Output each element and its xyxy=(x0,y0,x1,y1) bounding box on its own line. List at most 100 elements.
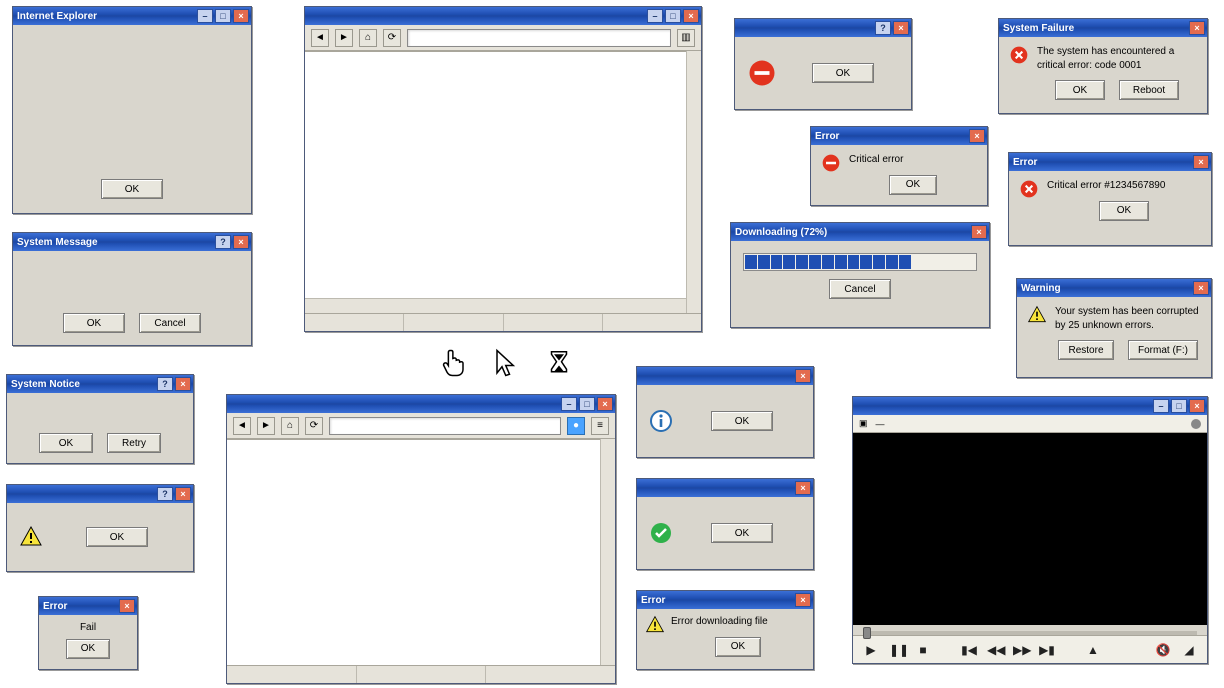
ok-button[interactable]: OK xyxy=(63,313,125,333)
forward-button[interactable]: ▶▶ xyxy=(1013,643,1029,657)
close-button[interactable]: × xyxy=(969,129,985,143)
close-button[interactable]: × xyxy=(971,225,987,239)
ok-button[interactable]: OK xyxy=(715,637,761,657)
help-button[interactable]: ? xyxy=(215,235,231,249)
seek-bar[interactable] xyxy=(863,631,1197,635)
titlebar[interactable]: System Message ? × xyxy=(13,233,251,251)
back-button[interactable]: ◄ xyxy=(233,417,251,435)
close-button[interactable]: × xyxy=(1189,399,1205,413)
forward-button[interactable]: ► xyxy=(257,417,275,435)
seek-knob[interactable] xyxy=(863,627,871,639)
stop-dialog: ? × OK xyxy=(734,18,912,110)
titlebar[interactable]: Error × xyxy=(1009,153,1211,171)
vertical-scrollbar[interactable] xyxy=(686,51,701,313)
close-button[interactable]: × xyxy=(795,369,811,383)
titlebar[interactable]: – □ × xyxy=(305,7,701,25)
window-title: Internet Explorer xyxy=(17,11,97,22)
home-button[interactable]: ⌂ xyxy=(281,417,299,435)
close-button[interactable]: × xyxy=(1193,155,1209,169)
address-bar[interactable] xyxy=(407,29,671,47)
close-button[interactable]: × xyxy=(597,397,613,411)
ok-button[interactable]: OK xyxy=(1099,201,1149,221)
refresh-button[interactable]: ⟳ xyxy=(305,417,323,435)
close-button[interactable]: × xyxy=(795,481,811,495)
cancel-button[interactable]: Cancel xyxy=(139,313,201,333)
forward-button[interactable]: ► xyxy=(335,29,353,47)
pause-button[interactable]: ❚❚ xyxy=(889,643,905,657)
titlebar[interactable]: ? × xyxy=(7,485,193,503)
media-menu-item[interactable]: — xyxy=(876,419,885,429)
stop-button[interactable]: ■ xyxy=(915,643,931,657)
play-button[interactable]: ▶ xyxy=(863,643,879,657)
eject-button[interactable]: ▲ xyxy=(1085,643,1101,657)
ok-button[interactable]: OK xyxy=(889,175,937,195)
back-button[interactable]: ◄ xyxy=(311,29,329,47)
titlebar[interactable]: × xyxy=(637,479,813,497)
retry-button[interactable]: Retry xyxy=(107,433,161,453)
minimize-button[interactable]: – xyxy=(197,9,213,23)
restore-button[interactable]: Restore xyxy=(1058,340,1114,360)
go-button[interactable]: ● xyxy=(567,417,585,435)
ok-button[interactable]: OK xyxy=(1055,80,1105,100)
mute-button[interactable]: 🔇 xyxy=(1155,643,1171,657)
titlebar[interactable]: ? × xyxy=(735,19,911,37)
help-button[interactable]: ? xyxy=(875,21,891,35)
titlebar[interactable]: Downloading (72%) × xyxy=(731,223,989,241)
titlebar[interactable]: × xyxy=(637,367,813,385)
titlebar[interactable]: Warning × xyxy=(1017,279,1211,297)
maximize-button[interactable]: □ xyxy=(215,9,231,23)
hand-cursor-icon xyxy=(440,348,470,381)
ok-button[interactable]: OK xyxy=(86,527,148,547)
titlebar[interactable]: Error × xyxy=(811,127,987,145)
reboot-button[interactable]: Reboot xyxy=(1119,80,1179,100)
menu-button[interactable]: ≡ xyxy=(591,417,609,435)
titlebar[interactable]: – □ × xyxy=(227,395,615,413)
minimize-button[interactable]: – xyxy=(561,397,577,411)
titlebar[interactable]: Error × xyxy=(39,597,137,615)
minimize-button[interactable]: – xyxy=(1153,399,1169,413)
close-button[interactable]: × xyxy=(795,593,811,607)
folder-button[interactable]: ▥ xyxy=(677,29,695,47)
titlebar[interactable]: Error × xyxy=(637,591,813,609)
media-menu-item[interactable]: ▣ xyxy=(859,418,868,429)
titlebar[interactable]: – □ × xyxy=(853,397,1207,415)
home-button[interactable]: ⌂ xyxy=(359,29,377,47)
format-button[interactable]: Format (F:) xyxy=(1128,340,1198,360)
horizontal-scrollbar[interactable] xyxy=(305,298,686,313)
ok-button[interactable]: OK xyxy=(101,179,163,199)
close-button[interactable]: × xyxy=(893,21,909,35)
cancel-button[interactable]: Cancel xyxy=(829,279,891,299)
ok-button[interactable]: OK xyxy=(711,523,773,543)
maximize-button[interactable]: □ xyxy=(1171,399,1187,413)
next-button[interactable]: ▶▮ xyxy=(1039,643,1055,657)
close-button[interactable]: × xyxy=(233,9,249,23)
close-button[interactable]: × xyxy=(175,377,191,391)
close-button[interactable]: × xyxy=(1189,21,1205,35)
address-bar[interactable] xyxy=(329,417,561,435)
titlebar[interactable]: System Notice ? × xyxy=(7,375,193,393)
ok-button[interactable]: OK xyxy=(711,411,773,431)
close-button[interactable]: × xyxy=(683,9,699,23)
close-button[interactable]: × xyxy=(233,235,249,249)
help-button[interactable]: ? xyxy=(157,487,173,501)
ok-button[interactable]: OK xyxy=(812,63,874,83)
refresh-button[interactable]: ⟳ xyxy=(383,29,401,47)
maximize-button[interactable]: □ xyxy=(665,9,681,23)
close-button[interactable]: × xyxy=(119,599,135,613)
ok-button[interactable]: OK xyxy=(66,639,110,659)
titlebar[interactable]: Internet Explorer – □ × xyxy=(13,7,251,25)
prev-button[interactable]: ▮◀ xyxy=(961,643,977,657)
maximize-button[interactable]: □ xyxy=(579,397,595,411)
message-text: Your system has been corrupted by 25 unk… xyxy=(1055,305,1201,332)
rewind-button[interactable]: ◀◀ xyxy=(987,643,1003,657)
volume-button[interactable]: ◢ xyxy=(1181,643,1197,657)
vertical-scrollbar[interactable] xyxy=(600,439,615,665)
minimize-button[interactable]: – xyxy=(647,9,663,23)
close-button[interactable]: × xyxy=(1193,281,1209,295)
help-button[interactable]: ? xyxy=(157,377,173,391)
gear-icon[interactable] xyxy=(1191,419,1201,429)
titlebar[interactable]: System Failure × xyxy=(999,19,1207,37)
close-button[interactable]: × xyxy=(175,487,191,501)
toolbar: ◄ ► ⌂ ⟳ ▥ xyxy=(305,25,701,51)
ok-button[interactable]: OK xyxy=(39,433,93,453)
